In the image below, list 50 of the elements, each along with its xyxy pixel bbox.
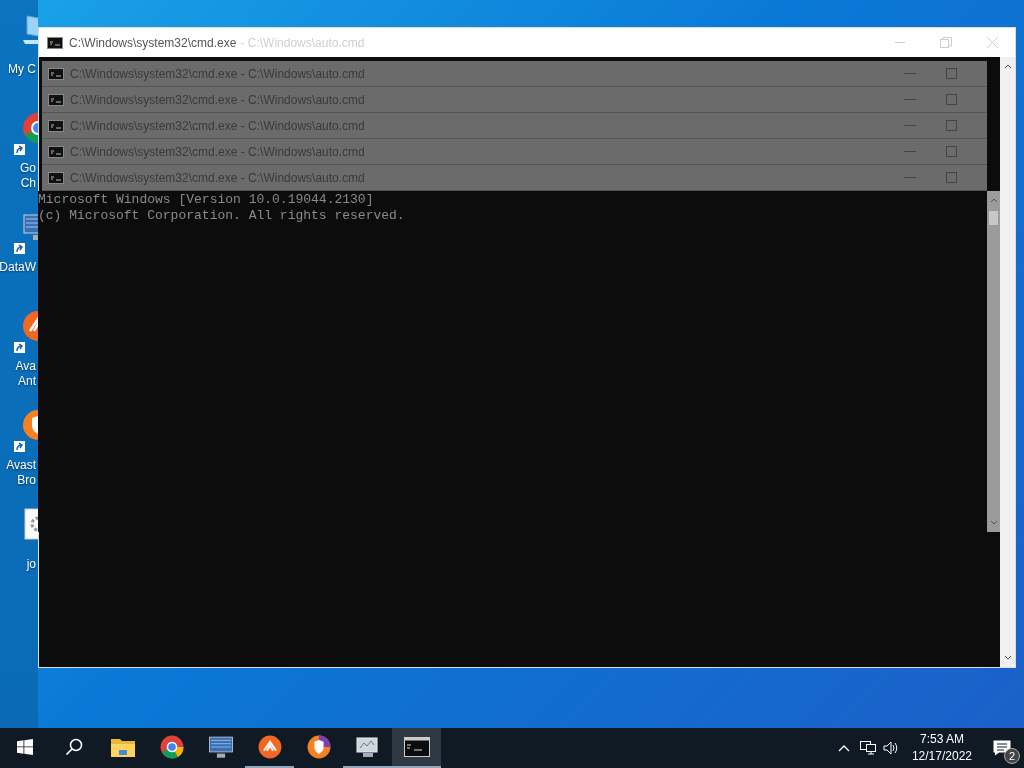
folder-icon <box>110 737 135 757</box>
scroll-down-icon[interactable] <box>989 520 998 526</box>
console-icon <box>47 36 63 49</box>
desktop-icon-label[interactable]: My C <box>8 62 36 77</box>
shortcut-arrow-icon <box>14 441 25 452</box>
console-icon <box>48 93 64 106</box>
restore-icon <box>940 36 952 49</box>
console-icon <box>48 67 64 80</box>
scroll-up-icon[interactable] <box>1003 63 1012 69</box>
console-icon <box>48 171 64 184</box>
desktop-icon-label[interactable]: Ava <box>15 359 36 374</box>
desktop-icon-label[interactable]: Avast <box>6 458 36 473</box>
close-icon <box>986 37 998 48</box>
file-icon[interactable] <box>21 507 38 541</box>
desktop-icon-label[interactable]: Ch <box>20 176 36 191</box>
shortcut-arrow-icon <box>14 144 25 155</box>
console-icon <box>48 145 64 158</box>
scrollbar-thumb[interactable] <box>989 211 998 225</box>
console-line: Microsoft Windows [Version 10.0.19044.2130] <box>38 192 375 208</box>
computer-icon <box>354 736 381 758</box>
console-icon <box>403 737 430 757</box>
scrollbar[interactable] <box>1000 57 1015 667</box>
desktop-icon-label[interactable]: jo <box>26 557 36 572</box>
shortcut-arrow-icon <box>14 342 25 353</box>
avast-icon <box>256 734 283 760</box>
search-icon <box>64 738 83 756</box>
scrollbar[interactable] <box>987 191 1000 532</box>
desktop-icon-label[interactable]: DataW <box>0 260 36 275</box>
scroll-up-icon[interactable] <box>989 197 998 203</box>
console-icon <box>48 119 64 132</box>
clock[interactable]: 7:53 AM 12/17/2022 <box>903 731 980 765</box>
shield-icon <box>305 734 332 760</box>
windows-logo-icon <box>16 739 33 755</box>
notification-button[interactable]: 2 <box>980 728 1024 768</box>
chevron-up-icon[interactable] <box>837 744 850 752</box>
desktop-icon-label[interactable]: Ant <box>18 374 36 389</box>
scroll-down-icon[interactable] <box>1003 655 1012 661</box>
shortcut-arrow-icon <box>14 243 25 254</box>
desktop-icon-label[interactable]: Bro <box>17 473 36 488</box>
network-icon[interactable] <box>859 741 876 755</box>
taskbar-button[interactable] <box>392 728 441 768</box>
computer-icon[interactable] <box>21 12 38 46</box>
notification-count: 2 <box>1004 748 1020 764</box>
minimize-icon <box>895 41 905 44</box>
desktop-icon-label[interactable]: Go <box>20 161 36 176</box>
chrome-icon <box>158 734 185 760</box>
window-title: C:\Windows\system32\cmd.exe <box>69 35 237 50</box>
console-line: (c) Microsoft Corporation. All rights reserved. <box>38 208 406 224</box>
notification-icon <box>993 740 1011 756</box>
monitor-icon <box>206 733 235 761</box>
